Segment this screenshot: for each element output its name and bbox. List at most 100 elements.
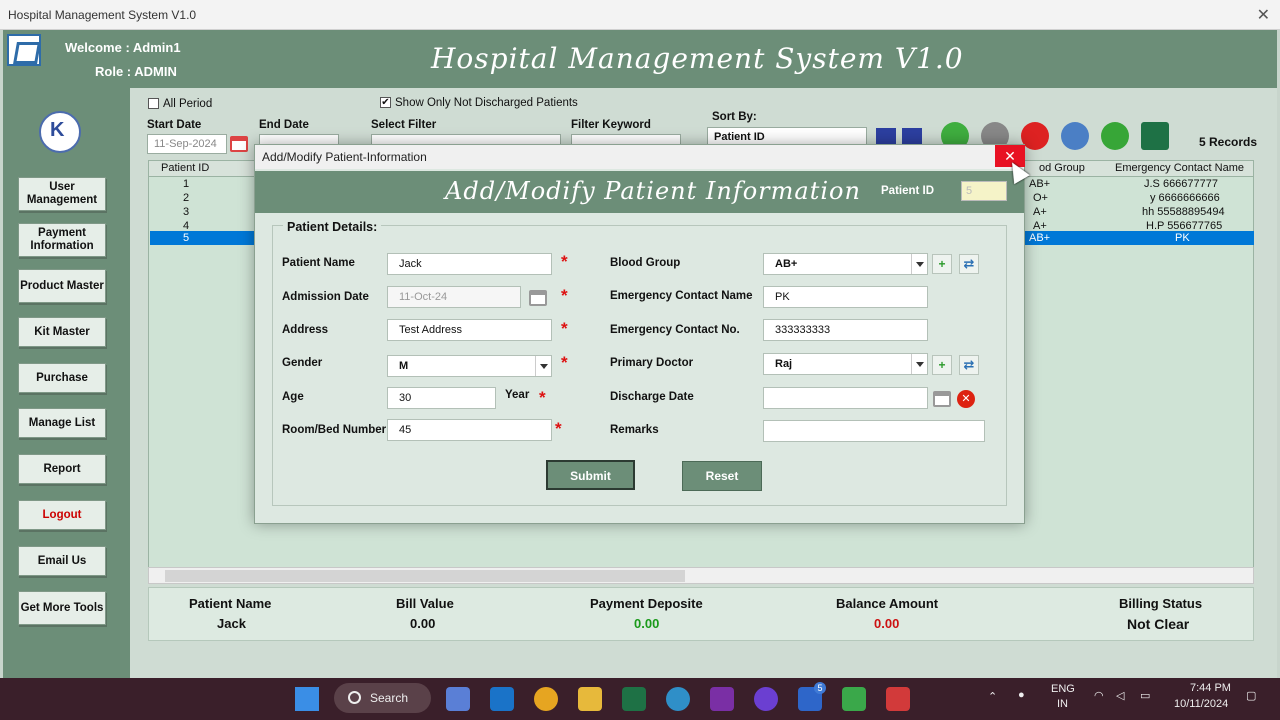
table-cell[interactable]: A+ [1033, 220, 1047, 232]
sidebar-item-report[interactable]: Report [18, 454, 106, 484]
all-period-checkbox[interactable] [148, 98, 159, 109]
sidebar-item-product-master[interactable]: Product Master [18, 269, 106, 303]
app-header: Welcome : Admin1 Role : ADMIN Hospital M… [3, 30, 1277, 88]
taskbar-search[interactable]: Search [334, 683, 431, 713]
clock-time[interactable]: 7:44 PM [1190, 682, 1231, 694]
language-top[interactable]: ENG [1051, 683, 1075, 695]
table-cell[interactable]: PK [1175, 232, 1190, 244]
grid-header-emergency-contact[interactable]: Emergency Contact Name [1115, 162, 1244, 174]
grid-horizontal-scrollbar[interactable] [148, 567, 1254, 584]
sidebar-item-logout[interactable]: Logout [18, 500, 106, 530]
notification-badge: 5 [814, 682, 826, 694]
start-date-input[interactable]: 11-Sep-2024 [147, 134, 227, 154]
table-row[interactable]: 2 [183, 192, 189, 204]
window-close-button[interactable]: ✕ [1257, 5, 1270, 25]
primary-doctor-dropdown[interactable]: Raj [763, 353, 928, 375]
notifications-icon[interactable]: ▢ [1246, 689, 1256, 702]
edge-icon[interactable] [666, 687, 690, 711]
microphone-icon[interactable]: ● [1018, 689, 1025, 701]
table-cell[interactable]: y 6666666666 [1150, 192, 1220, 204]
battery-icon[interactable]: ▭ [1140, 689, 1150, 702]
start-date-calendar-icon[interactable] [230, 136, 248, 152]
wifi-icon[interactable]: ◠ [1094, 689, 1104, 702]
blood-group-dropdown[interactable]: AB+ [763, 253, 928, 275]
table-row[interactable]: 5 [183, 232, 189, 244]
emergency-contact-name-field[interactable]: PK [763, 286, 928, 308]
refresh-blood-group-icon[interactable]: ⇄ [959, 254, 979, 274]
sidebar-item-payment-information[interactable]: Payment Information [18, 223, 106, 257]
sidebar-item-manage-list[interactable]: Manage List [18, 408, 106, 438]
chevron-down-icon[interactable] [535, 356, 551, 376]
table-cell[interactable]: A+ [1033, 206, 1047, 218]
volume-icon[interactable]: ◁ [1116, 689, 1124, 702]
primary-doctor-label: Primary Doctor [610, 357, 694, 369]
required-marker: * [561, 252, 568, 271]
add-blood-group-icon[interactable]: + [932, 254, 952, 274]
reset-button[interactable]: Reset [682, 461, 762, 491]
onenote-icon[interactable] [710, 687, 734, 711]
sidebar-item-purchase[interactable]: Purchase [18, 363, 106, 393]
table-row[interactable]: 1 [183, 178, 189, 190]
room-bed-field[interactable]: 45 [387, 419, 552, 441]
media-app-icon[interactable] [754, 687, 778, 711]
summary-balance-amount: 0.00 [874, 616, 900, 631]
table-cell[interactable]: H.P 556677765 [1146, 220, 1222, 232]
table-cell[interactable]: hh 55588895494 [1142, 206, 1225, 218]
taskbar: Search 5 ⌃ ● ENG IN ◠ ◁ ▭ 7:44 PM 10/11/… [0, 678, 1280, 720]
refresh-doctor-icon[interactable]: ⇄ [959, 355, 979, 375]
emergency-contact-no-field[interactable]: 333333333 [763, 319, 928, 341]
delete-record-icon[interactable] [1021, 122, 1049, 150]
required-marker: * [555, 419, 562, 438]
chevron-down-icon[interactable] [911, 354, 927, 374]
patient-dialog: Add/Modify Patient-Information ✕ Add/Mod… [254, 144, 1025, 524]
scrollbar-thumb[interactable] [165, 570, 685, 582]
submit-button[interactable]: Submit [546, 460, 635, 490]
file-explorer-icon[interactable] [578, 687, 602, 711]
app-title: Hospital Management System V1.0 [431, 42, 964, 75]
remarks-field[interactable] [763, 420, 985, 442]
discharge-date-field[interactable] [763, 387, 928, 409]
admission-date-field[interactable]: 11-Oct-24 [387, 286, 521, 308]
summary-billing-status: Not Clear [1127, 616, 1190, 632]
table-cell[interactable]: AB+ [1029, 232, 1050, 244]
sidebar-item-user-management[interactable]: User Management [18, 177, 106, 211]
sidebar-item-email-us[interactable]: Email Us [18, 546, 106, 576]
admission-date-calendar-icon[interactable] [529, 290, 547, 306]
outlook-icon[interactable] [490, 687, 514, 711]
start-menu-icon[interactable] [295, 687, 319, 711]
clear-discharge-date-icon[interactable]: ✕ [957, 390, 975, 408]
red-app-icon[interactable] [886, 687, 910, 711]
clock-date[interactable]: 10/11/2024 [1174, 698, 1228, 710]
excel-icon[interactable] [622, 687, 646, 711]
language-bottom[interactable]: IN [1057, 698, 1068, 710]
chevron-down-icon[interactable] [911, 254, 927, 274]
grid-header-blood-group[interactable]: od Group [1039, 162, 1085, 174]
excel-export-icon[interactable] [1141, 122, 1169, 150]
tray-chevron-icon[interactable]: ⌃ [988, 690, 997, 703]
web-icon[interactable] [1061, 122, 1089, 150]
summary-balance-amount-label: Balance Amount [836, 596, 939, 611]
confirm-icon[interactable] [1101, 122, 1129, 150]
copilot-icon[interactable] [446, 687, 470, 711]
age-label: Age [282, 391, 304, 403]
patient-name-field[interactable]: Jack [387, 253, 552, 275]
grid-header-patient-id[interactable]: Patient ID [161, 162, 209, 174]
table-cell[interactable]: AB+ [1029, 178, 1050, 190]
table-row[interactable]: 4 [183, 220, 189, 232]
sidebar-item-kit-master[interactable]: Kit Master [18, 317, 106, 347]
table-cell[interactable]: O+ [1033, 192, 1048, 204]
welcome-text: Welcome : Admin1 [65, 40, 181, 55]
show-not-discharged-checkbox[interactable]: ✔ [380, 97, 391, 108]
green-app-icon[interactable] [842, 687, 866, 711]
add-doctor-icon[interactable]: + [932, 355, 952, 375]
sidebar-item-get-more-tools[interactable]: Get More Tools [18, 591, 106, 625]
discharge-date-calendar-icon[interactable] [933, 391, 951, 407]
age-field[interactable]: 30 [387, 387, 496, 409]
table-row[interactable]: 3 [183, 206, 189, 218]
gender-dropdown[interactable]: M [387, 355, 552, 377]
all-period-label: All Period [163, 98, 213, 110]
chrome-icon[interactable] [534, 687, 558, 711]
required-marker: * [561, 286, 568, 305]
table-cell[interactable]: J.S 666677777 [1144, 178, 1218, 190]
address-field[interactable]: Test Address [387, 319, 552, 341]
